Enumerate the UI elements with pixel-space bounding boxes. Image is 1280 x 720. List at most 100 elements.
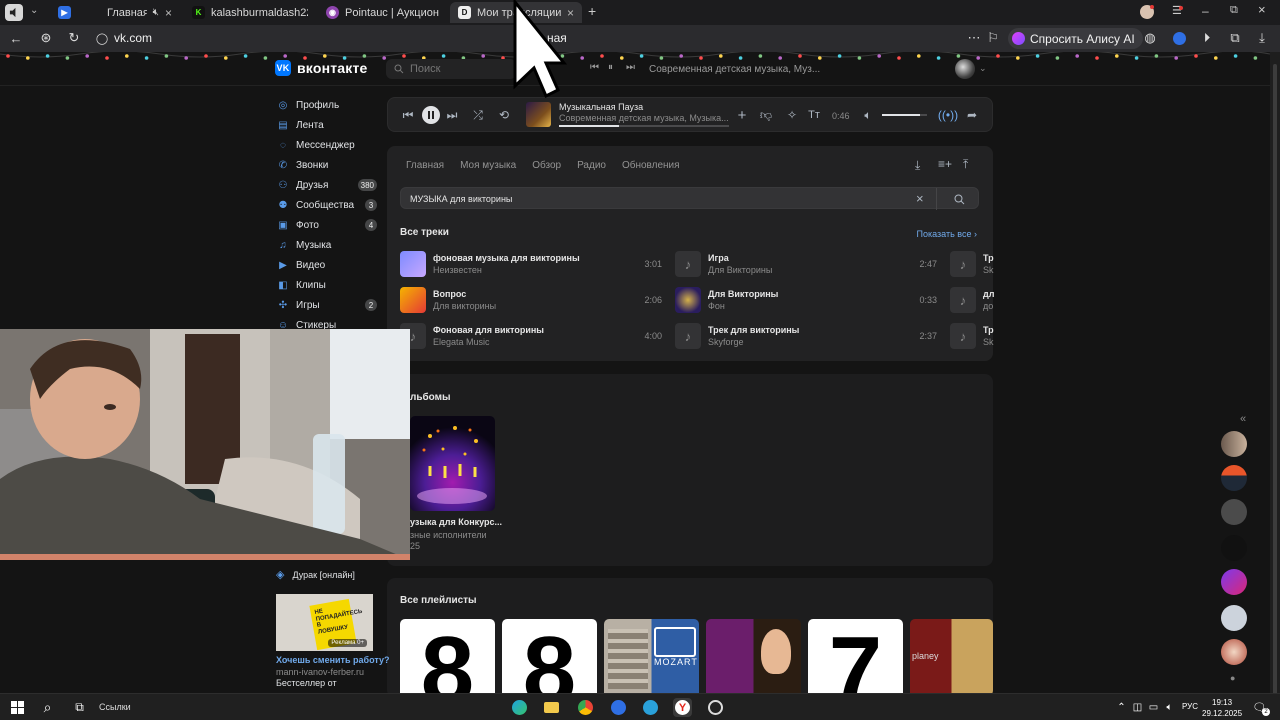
translate-icon[interactable]: ◍ — [1142, 30, 1158, 46]
track-artist[interactable]: Для Викторины — [708, 265, 772, 275]
pause-button[interactable] — [422, 106, 440, 124]
mute-icon[interactable]: 🔇︎ — [153, 7, 159, 18]
ask-alice-button[interactable]: Спросить Алису AI — [1008, 28, 1143, 49]
vk-search-input[interactable]: Поиск — [386, 59, 516, 79]
track-title[interactable]: Тр — [983, 325, 994, 335]
chat-avatar[interactable] — [1221, 431, 1247, 457]
shuffle-icon[interactable]: ⤮ — [470, 107, 486, 123]
reload-icon[interactable]: ↻ — [66, 30, 82, 46]
track-subtitle[interactable]: Современная детская музыка, Музыка... — [559, 113, 729, 123]
scrollbar-thumb[interactable] — [1273, 64, 1277, 704]
bookmark-icon[interactable]: ⚐ — [985, 30, 1001, 46]
chevron-down-icon[interactable]: ⌄ — [30, 5, 38, 16]
obs-icon[interactable] — [706, 698, 725, 717]
repeat-icon[interactable]: ⟲ — [496, 107, 512, 123]
track-artist[interactable]: Для викторины — [433, 301, 496, 311]
track-artist[interactable]: Skyforge — [708, 337, 744, 347]
track-title[interactable]: Для Викторины — [708, 289, 778, 299]
track-row[interactable]: фоновая музыка для викторины Неизвестен 3:… — [400, 251, 662, 277]
playlist-tile[interactable]: 8 — [502, 619, 597, 698]
nav-item-10[interactable]: ✣ Игры 2 — [277, 295, 379, 315]
nav-item-2[interactable]: ◌ Мессенджер — [277, 135, 379, 155]
track-title[interactable]: дл — [983, 289, 994, 299]
tab-kick[interactable]: K kalashburmaldash228 Stre — [184, 2, 316, 23]
track-row[interactable]: ♪ Трек для викторины Skyforge 2:37 — [675, 323, 937, 349]
ad-title[interactable]: Хочешь сменить работу? — [276, 655, 389, 665]
playlist-tile[interactable]: 7 — [808, 619, 903, 698]
system-clock[interactable]: 19:13 29.12.2025 — [1202, 697, 1242, 719]
close-tab-icon[interactable]: × — [165, 6, 172, 20]
header-pause-icon[interactable]: ⏸ — [608, 62, 613, 73]
header-prev-icon[interactable]: ⏮ — [590, 62, 599, 73]
search-icon[interactable]: ⌕ — [38, 698, 57, 717]
chat-avatar[interactable] — [1221, 535, 1247, 561]
chat-avatar[interactable] — [1221, 569, 1247, 595]
volume-icon[interactable]: 🔈︎ — [860, 107, 876, 123]
download-app-icon[interactable] — [609, 698, 628, 717]
url-text[interactable]: vk.com — [114, 31, 152, 45]
track-title[interactable]: фоновая музыка для викторины — [433, 253, 580, 263]
chat-avatar[interactable] — [1221, 639, 1247, 665]
ad-image[interactable]: НЕ ПОПАДАЙТЕСЬ В ЛОВУШКУ Реклама 0+ — [276, 594, 373, 651]
share-icon[interactable]: ➦ — [964, 107, 980, 123]
volume-slider[interactable] — [882, 114, 927, 116]
explorer-icon[interactable] — [542, 698, 561, 717]
album-cover[interactable] — [410, 416, 495, 511]
close-window-icon[interactable]: × — [1258, 2, 1266, 17]
track-row[interactable]: ♪ дл до — [950, 287, 1010, 313]
links-toolbar[interactable]: Ссылки — [99, 702, 131, 712]
track-artist[interactable]: Sk — [983, 337, 994, 347]
track-title[interactable]: Музыкальная Пауза — [559, 102, 643, 112]
music-tab[interactable]: Радио — [577, 160, 606, 171]
music-search-input[interactable]: МУЗЫКА для викторины × — [400, 187, 979, 210]
track-row[interactable]: ♪ Тр Sk — [950, 323, 1010, 349]
track-artist[interactable]: до — [983, 301, 993, 311]
collapse-icon[interactable]: « — [1240, 413, 1246, 425]
music-tab[interactable]: Главная — [406, 160, 444, 171]
upload-icon[interactable]: ⤒ — [963, 157, 968, 172]
track-cover[interactable]: ♪ — [950, 251, 976, 277]
chat-avatar[interactable] — [1221, 465, 1247, 491]
playlist-tile[interactable] — [706, 619, 801, 698]
music-tab[interactable]: Моя музыка — [460, 160, 516, 171]
album-title[interactable]: узыка для Конкурс... — [410, 517, 502, 527]
track-cover[interactable] — [400, 251, 426, 277]
nav-item-9[interactable]: ◧ Клипы — [277, 275, 379, 295]
more-icon[interactable]: ⋯ — [966, 30, 982, 46]
windows-start-icon[interactable] — [8, 698, 27, 717]
track-artist[interactable]: Неизвестен — [433, 265, 482, 275]
add-to-playlist-icon[interactable]: ≡+ — [938, 157, 952, 171]
minimize-icon[interactable]: – — [1202, 4, 1209, 18]
nav-item-0[interactable]: ◎ Профиль — [277, 95, 379, 115]
broadcast-icon[interactable]: ((•)) — [938, 107, 958, 123]
next-track-icon[interactable]: ⏭ — [444, 107, 460, 123]
track-cover[interactable]: ♪ — [950, 323, 976, 349]
new-tab-button[interactable]: + — [588, 3, 602, 19]
clear-search-icon[interactable]: × — [916, 191, 924, 206]
edge-icon[interactable] — [510, 698, 529, 717]
protect-icon[interactable]: ⊛ — [38, 30, 54, 46]
page-scrollbar[interactable] — [1270, 52, 1280, 704]
nav-extra-item[interactable]: ◈ Дурак [онлайн] — [276, 568, 355, 581]
chevron-down-icon[interactable]: ⌄ — [979, 63, 987, 74]
telegram-icon[interactable] — [641, 698, 660, 717]
task-view-icon[interactable]: ⧉ — [70, 698, 89, 717]
chat-avatar[interactable] — [1221, 605, 1247, 631]
tab-main[interactable]: ▶ Главная 🔇︎ × — [50, 2, 180, 23]
nav-item-6[interactable]: ▣ Фото 4 — [277, 215, 379, 235]
nav-item-3[interactable]: ✆ Звонки — [277, 155, 379, 175]
window-menu-icon[interactable] — [5, 4, 23, 21]
add-icon[interactable]: + — [734, 107, 750, 124]
security-icon[interactable]: ◯ — [94, 30, 110, 46]
collections-icon[interactable]: ⧉ — [1227, 30, 1243, 46]
track-row[interactable]: ♪ Игра Для Викторины 2:47 — [675, 251, 937, 277]
dislike-icon[interactable]: 👎︎ — [758, 107, 774, 123]
show-all-link[interactable]: Показать все › — [917, 229, 977, 239]
track-title[interactable]: Фоновая для викторины — [433, 325, 544, 335]
track-artist[interactable]: Elegata Music — [433, 337, 490, 347]
nav-item-4[interactable]: ⚇ Друзья 380 — [277, 175, 379, 195]
track-cover[interactable]: ♪ — [675, 323, 701, 349]
restore-icon[interactable]: ⧉ — [1230, 4, 1238, 17]
yandex-browser-icon[interactable]: Y — [673, 698, 692, 717]
track-row[interactable]: ♪ Фоновая для викторины Elegata Music 4:00 — [400, 323, 662, 349]
